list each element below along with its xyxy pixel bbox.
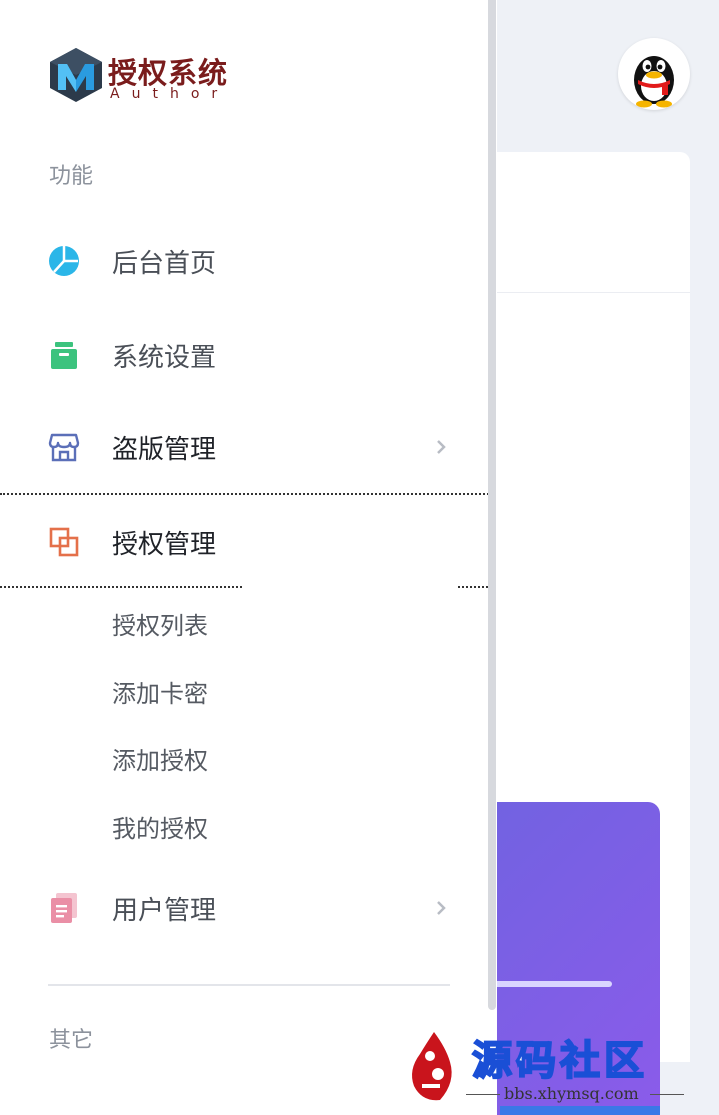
dotted-selection-line-top	[0, 493, 496, 495]
menu-divider	[48, 984, 450, 986]
sidebar-drawer: 授权系统 Author 功能 后台首页 系统设置 盗版管理 授权管理 授权列表 …	[0, 0, 497, 1115]
submenu-item-auth-list[interactable]: 授权列表	[112, 606, 208, 641]
menu-item-users[interactable]: 用户管理	[0, 873, 488, 943]
submenu-item-add-auth[interactable]: 添加授权	[112, 741, 208, 776]
drawer-scrollbar[interactable]	[488, 0, 496, 1010]
red-seal-icon	[412, 1032, 452, 1101]
brand-subtitle: Author	[110, 86, 230, 102]
menu-label-piracy: 盗版管理	[112, 434, 217, 465]
section-title-other: 其它	[49, 1028, 94, 1053]
document-icon	[48, 892, 80, 924]
menu-item-settings[interactable]: 系统设置	[0, 320, 488, 390]
menu-item-authorization[interactable]: 授权管理	[0, 507, 488, 577]
menu-item-dashboard[interactable]: 后台首页	[0, 226, 488, 296]
store-icon	[48, 431, 80, 463]
dotted-selection-line-bottom-left	[0, 586, 242, 588]
m-logo-icon	[50, 48, 102, 102]
submenu-item-my-auth[interactable]: 我的授权	[112, 809, 208, 844]
watermark-url: bbs.xhymsq.com	[504, 1084, 639, 1103]
watermark-line-left	[466, 1094, 500, 1095]
section-title-features: 功能	[49, 164, 94, 189]
source-watermark: 源码社区 bbs.xhymsq.com	[404, 1018, 714, 1115]
chevron-right-icon	[437, 901, 446, 915]
menu-item-piracy[interactable]: 盗版管理	[0, 412, 488, 482]
menu-label-authorization: 授权管理	[112, 529, 217, 560]
pie-chart-icon	[48, 245, 80, 277]
menu-label-users: 用户管理	[112, 895, 217, 926]
submenu-item-add-card[interactable]: 添加卡密	[112, 674, 208, 709]
menu-label-settings: 系统设置	[112, 342, 217, 373]
watermark-title: 源码社区	[471, 1037, 648, 1085]
watermark-line-right	[650, 1094, 684, 1095]
archive-box-icon	[48, 339, 80, 371]
chevron-right-icon	[437, 440, 446, 454]
menu-label-dashboard: 后台首页	[112, 248, 217, 279]
overlap-squares-icon	[48, 526, 80, 558]
user-avatar[interactable]	[618, 38, 690, 110]
qq-penguin-icon	[634, 56, 674, 108]
brand-logo[interactable]: 授权系统 Author	[50, 48, 250, 108]
